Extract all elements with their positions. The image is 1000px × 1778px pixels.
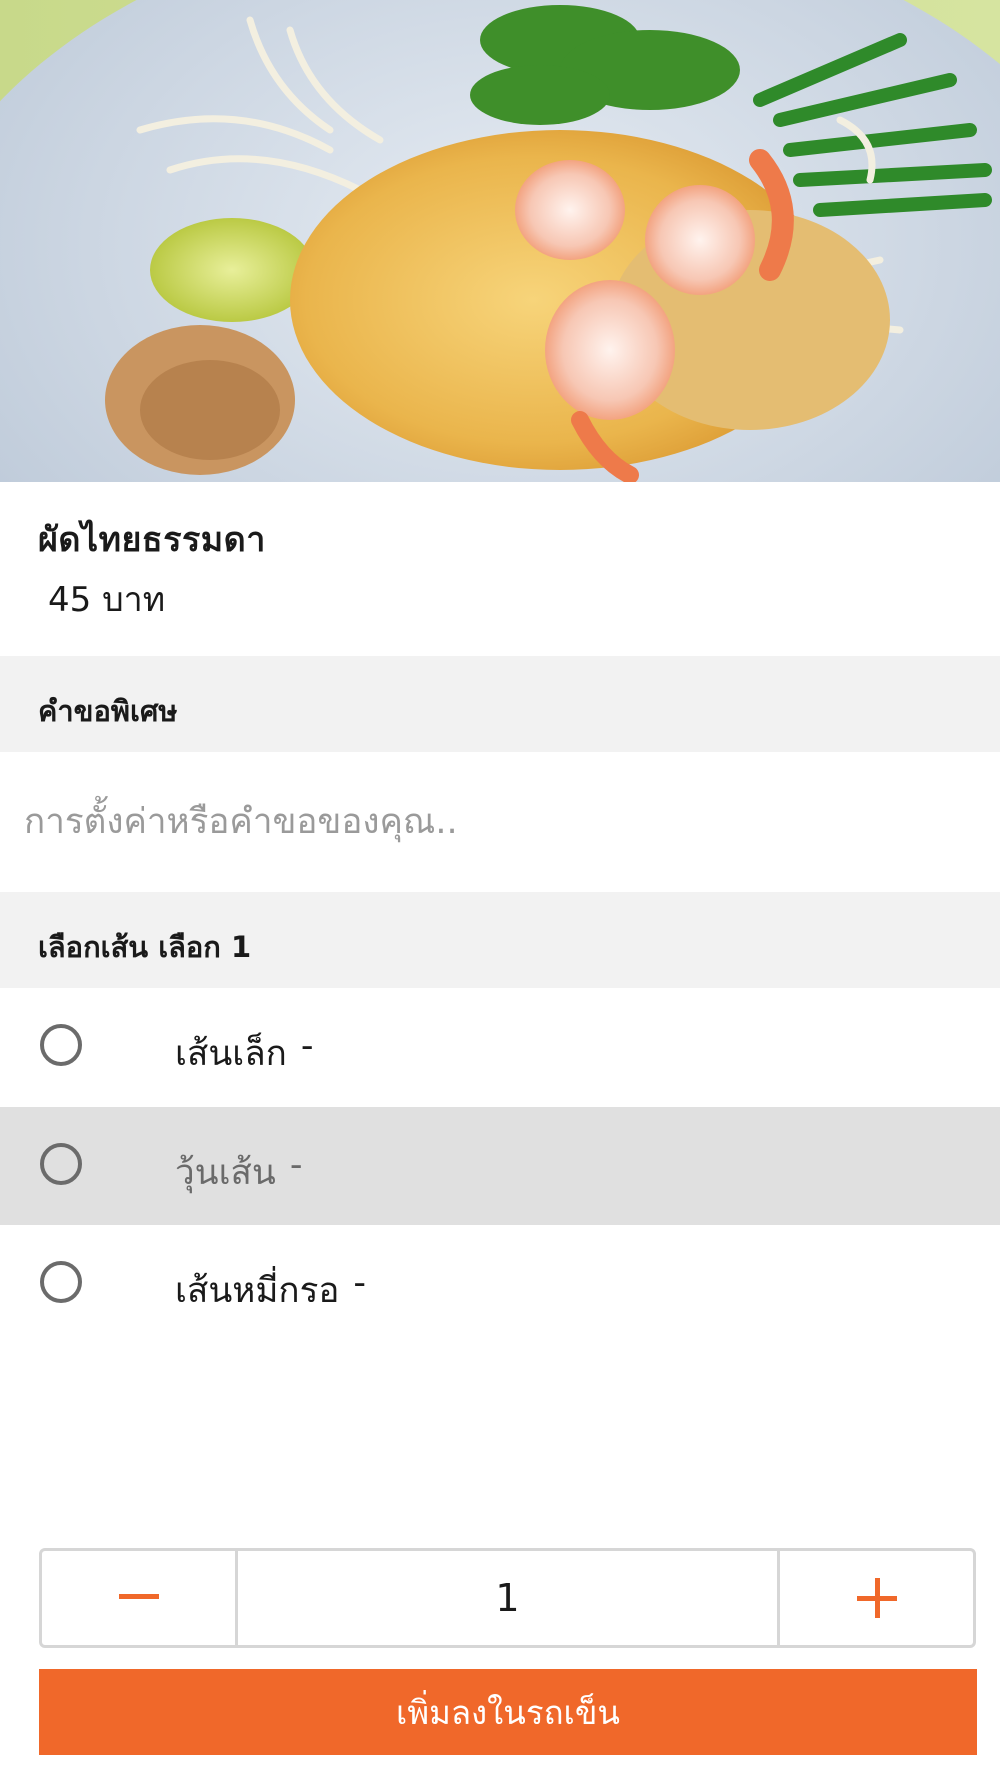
special-request-header: คำขอพิเศษ [0,656,1000,752]
item-photo [0,0,1000,482]
increase-quantity-button[interactable] [777,1551,973,1645]
option-label: เส้นหมี่กรอ [175,1271,340,1311]
add-to-cart-button[interactable]: เพิ่มลงในรถเข็น [39,1669,977,1755]
option-price: - [300,1026,314,1066]
special-request-label: คำขอพิเศษ [38,694,178,728]
minus-icon [118,1594,159,1599]
noodle-option[interactable]: เส้นหมี่กรอ - [0,1225,1000,1343]
radio-button[interactable] [40,1024,82,1066]
option-price: - [353,1263,367,1303]
decrease-quantity-button[interactable] [42,1551,238,1645]
radio-button[interactable] [40,1261,82,1303]
plus-icon [856,1578,897,1618]
quantity-stepper: 1 [39,1548,976,1648]
item-title: ผัดไทยธรรมดา [38,520,266,560]
option-label: วุ้นเส้น [175,1153,276,1193]
option-label: เส้นเล็ก [175,1034,287,1074]
noodle-choice-label: เลือกเส้น เลือก 1 [38,930,252,964]
special-request-input[interactable] [0,752,1000,892]
noodle-option[interactable]: วุ้นเส้น - [0,1107,1000,1225]
item-price: 45 บาท [48,580,166,620]
quantity-value: 1 [495,1576,520,1620]
noodle-choice-header: เลือกเส้น เลือก 1 [0,892,1000,988]
radio-button[interactable] [40,1143,82,1185]
option-price: - [289,1145,303,1185]
noodle-option[interactable]: เส้นเล็ก - [0,988,1000,1106]
